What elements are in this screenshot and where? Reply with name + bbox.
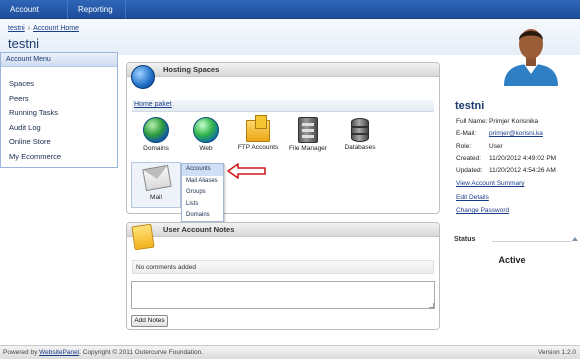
menu-item-my-ecommerce[interactable]: My Ecommerce [1,150,117,165]
user-account-notes-panel: User Account Notes No comments added Add… [126,222,440,330]
mail-menu-accounts[interactable]: Accounts [182,164,223,176]
account-menu-title: Account Menu [1,53,117,67]
menu-item-audit-log[interactable]: Audit Log [1,121,117,136]
quick-link-databases-label: Databases [344,144,376,151]
red-arrow-icon [227,163,266,179]
quick-link-databases[interactable]: Databases [337,117,383,151]
websitepanel-link[interactable]: WebsitePanel [39,349,79,356]
nav-account-home[interactable]: Account Home [0,0,68,33]
quick-link-domains[interactable]: Domains [133,117,179,152]
footer-suffix: . Copyright © 2011 Outercurve Foundation… [79,349,204,356]
add-notes-button[interactable]: Add Notes [131,315,168,327]
quick-link-mail[interactable]: Mail [131,162,181,208]
edit-details-link[interactable]: Edit Details [456,194,489,201]
menu-item-spaces[interactable]: Spaces [1,77,117,92]
status-divider [492,241,572,242]
database-icon [351,118,369,142]
account-name: testni [455,100,485,112]
web-globe-icon [193,117,219,143]
globe-icon [131,65,155,89]
field-value: 11/20/2012 4:54:26 AM [489,167,556,174]
menu-item-online-store[interactable]: Online Store [1,135,117,150]
breadcrumb: testni › Account Home [8,25,79,32]
space-link-bar: Home paket [132,100,434,112]
page-title: testni [8,36,40,51]
account-menu-list: Spaces Peers Running Tasks Audit Log Onl… [1,67,117,164]
quick-link-ftp-accounts[interactable]: FTP Accounts [235,115,281,151]
status-section: Status Active [452,236,578,272]
domains-globe-icon [143,117,169,143]
notes-status-text: No comments added [132,260,434,274]
menu-item-peers[interactable]: Peers [1,92,117,107]
breadcrumb-account-home[interactable]: Account Home [33,25,79,32]
envelope-icon [142,164,172,192]
view-account-summary-link[interactable]: View Account Summary [456,180,525,187]
notes-textarea[interactable] [131,281,435,309]
breadcrumb-separator-icon: › [27,25,31,32]
server-icon [298,117,318,143]
field-value: 11/20/2012 4:49:02 PM [489,155,557,162]
change-password-link[interactable]: Change Password [456,207,509,214]
note-icon [131,223,155,251]
mail-dropdown-menu: Accounts Mail Aliases Groups Lists Domai… [181,163,224,222]
quick-link-domains-label: Domains [143,145,169,152]
page-header: testni › Account Home testni [0,19,580,55]
quick-link-web-label: Web [199,145,213,152]
status-badge: Active [498,255,526,265]
quick-link-file-manager[interactable]: File Manager [285,117,331,152]
footer: Powered by WebsitePanel. Copyright © 201… [0,345,580,359]
menu-item-running-tasks[interactable]: Running Tasks [1,106,117,121]
quick-link-ftp-accounts-label: FTP Accounts [237,144,279,151]
mail-menu-domains[interactable]: Domains [182,210,223,222]
mail-menu-groups[interactable]: Groups [182,187,223,199]
field-value: User [489,143,503,150]
user-account-notes-title: User Account Notes [163,225,235,234]
space-link-home-paket[interactable]: Home paket [134,101,172,108]
mail-menu-lists[interactable]: Lists [182,199,223,211]
quick-link-mail-label: Mail [150,194,162,201]
top-navigation: Account Home Reporting [0,0,580,33]
hosting-spaces-title: Hosting Spaces [163,65,220,74]
email-link[interactable]: primjer@korisni.ka [489,130,543,137]
quick-link-web[interactable]: Web [183,117,229,152]
nav-reporting[interactable]: Reporting [68,0,126,31]
status-title: Status [454,236,476,243]
field-value: Primjer Korisnika [489,118,539,125]
footer-prefix: Powered by [3,349,40,356]
footer-copyright: Powered by WebsitePanel. Copyright © 201… [3,346,203,359]
nav-reporting-label: Reporting [78,5,113,14]
breadcrumb-user[interactable]: testni [8,25,25,32]
account-menu: Account Menu Spaces Peers Running Tasks … [0,52,118,168]
quick-link-file-manager-label: File Manager [289,145,327,152]
hosting-spaces-header: Hosting Spaces [127,63,439,89]
avatar [504,29,558,86]
folder-icon [246,115,270,142]
mail-menu-mail-aliases[interactable]: Mail Aliases [182,176,223,188]
footer-version: Version 1.2.0 [538,349,576,356]
collapse-icon[interactable] [572,237,578,241]
user-account-notes-header: User Account Notes [127,223,439,251]
